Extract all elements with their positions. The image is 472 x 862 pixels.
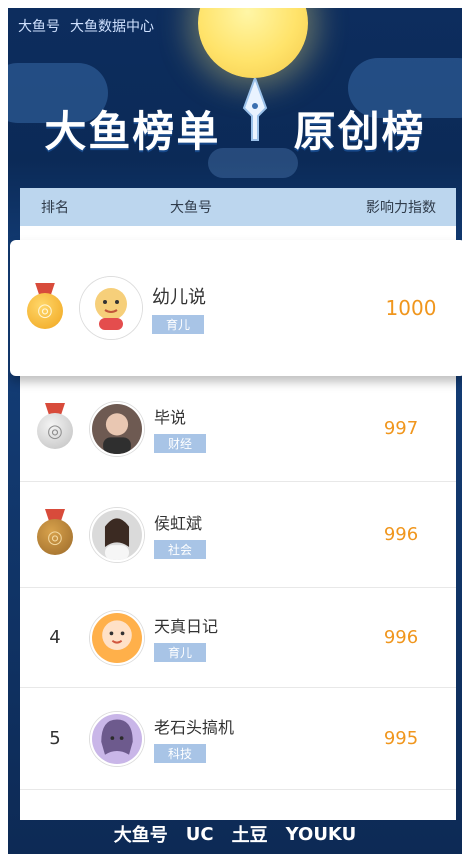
poster-frame: 大鱼号 大鱼数据中心 大鱼榜单 原创榜 排名 大鱼号 影响力指数 ◎ 幼儿说 育… bbox=[8, 8, 462, 854]
category-tag: 科技 bbox=[154, 744, 207, 763]
pen-nib-icon bbox=[242, 78, 268, 141]
column-rank: 排名 bbox=[41, 200, 69, 216]
table-row[interactable]: ◎ 毕说 财经 997 bbox=[20, 376, 456, 482]
account-info: 毕说 财经 bbox=[154, 404, 207, 453]
cartoon-baby-avatar-icon bbox=[90, 610, 144, 665]
title-sub: 原创榜 bbox=[293, 107, 426, 156]
woman-avatar-icon bbox=[90, 507, 144, 562]
account-name: 天真日记 bbox=[154, 617, 219, 636]
youku-footer-logo: YOUKU bbox=[285, 823, 357, 845]
category-tag: 社会 bbox=[154, 540, 207, 559]
table-row[interactable]: ◎ 幼儿说 育儿 1000 bbox=[10, 240, 462, 376]
account-name: 侯虹斌 bbox=[154, 514, 203, 533]
influence-score: 995 bbox=[383, 728, 419, 749]
uc-footer-logo: UC bbox=[185, 823, 214, 845]
gold-medal-icon: ◎ bbox=[27, 282, 63, 329]
silver-medal-icon: ◎ bbox=[37, 403, 73, 449]
ranking-board: 排名 大鱼号 影响力指数 ◎ 幼儿说 育儿 1000 ◎ 毕说 财经 997 ◎… bbox=[10, 188, 462, 820]
influence-score: 997 bbox=[383, 418, 419, 439]
category-tag: 育儿 bbox=[154, 643, 207, 662]
account-name: 老石头搞机 bbox=[154, 718, 235, 737]
account-info: 天真日记 育儿 bbox=[154, 613, 218, 662]
account-name: 毕说 bbox=[154, 408, 187, 427]
influence-score: 1000 bbox=[385, 296, 437, 320]
anime-avatar-icon bbox=[90, 711, 144, 766]
title-main: 大鱼榜单 bbox=[44, 107, 221, 156]
dayu-footer-logo: 大鱼号 bbox=[113, 825, 168, 846]
rank-cell: ◎ bbox=[20, 509, 90, 560]
table-row[interactable]: 5 老石头搞机 科技 995 bbox=[20, 688, 456, 790]
baby-avatar-icon bbox=[80, 277, 142, 339]
moon-decoration bbox=[198, 8, 308, 78]
dayu-logo: 大鱼号 bbox=[18, 19, 60, 35]
column-name: 大鱼号 bbox=[170, 200, 212, 216]
account-name: 幼儿说 bbox=[152, 286, 206, 308]
column-score: 影响力指数 bbox=[366, 200, 436, 216]
man-avatar-icon bbox=[90, 401, 144, 456]
rank-cell: 5 bbox=[49, 728, 61, 749]
tudou-footer-logo: 土豆 bbox=[231, 825, 268, 846]
table-row[interactable]: 4 天真日记 育儿 996 bbox=[20, 588, 456, 688]
rank-cell: ◎ bbox=[20, 403, 90, 454]
influence-score: 996 bbox=[383, 627, 419, 648]
category-tag: 财经 bbox=[154, 434, 207, 453]
account-info: 老石头搞机 科技 bbox=[154, 714, 234, 763]
table-row[interactable]: ◎ 侯虹斌 社会 996 bbox=[20, 482, 456, 588]
account-info: 幼儿说 育儿 bbox=[152, 283, 206, 334]
account-info: 侯虹斌 社会 bbox=[154, 510, 207, 559]
page-title: 大鱼榜单 原创榜 bbox=[8, 98, 462, 159]
partner-logos: 大鱼号 UC 土豆 YOUKU bbox=[8, 814, 462, 854]
table-header: 排名 大鱼号 影响力指数 bbox=[20, 188, 456, 226]
rank-cell: ◎ bbox=[10, 282, 80, 334]
data-center-logo: 大鱼数据中心 bbox=[70, 19, 154, 35]
bronze-medal-icon: ◎ bbox=[37, 509, 73, 555]
category-tag: 育儿 bbox=[152, 314, 205, 334]
rank-cell: 4 bbox=[49, 627, 61, 648]
influence-score: 996 bbox=[383, 524, 419, 545]
top-logos: 大鱼号 大鱼数据中心 bbox=[18, 16, 154, 36]
